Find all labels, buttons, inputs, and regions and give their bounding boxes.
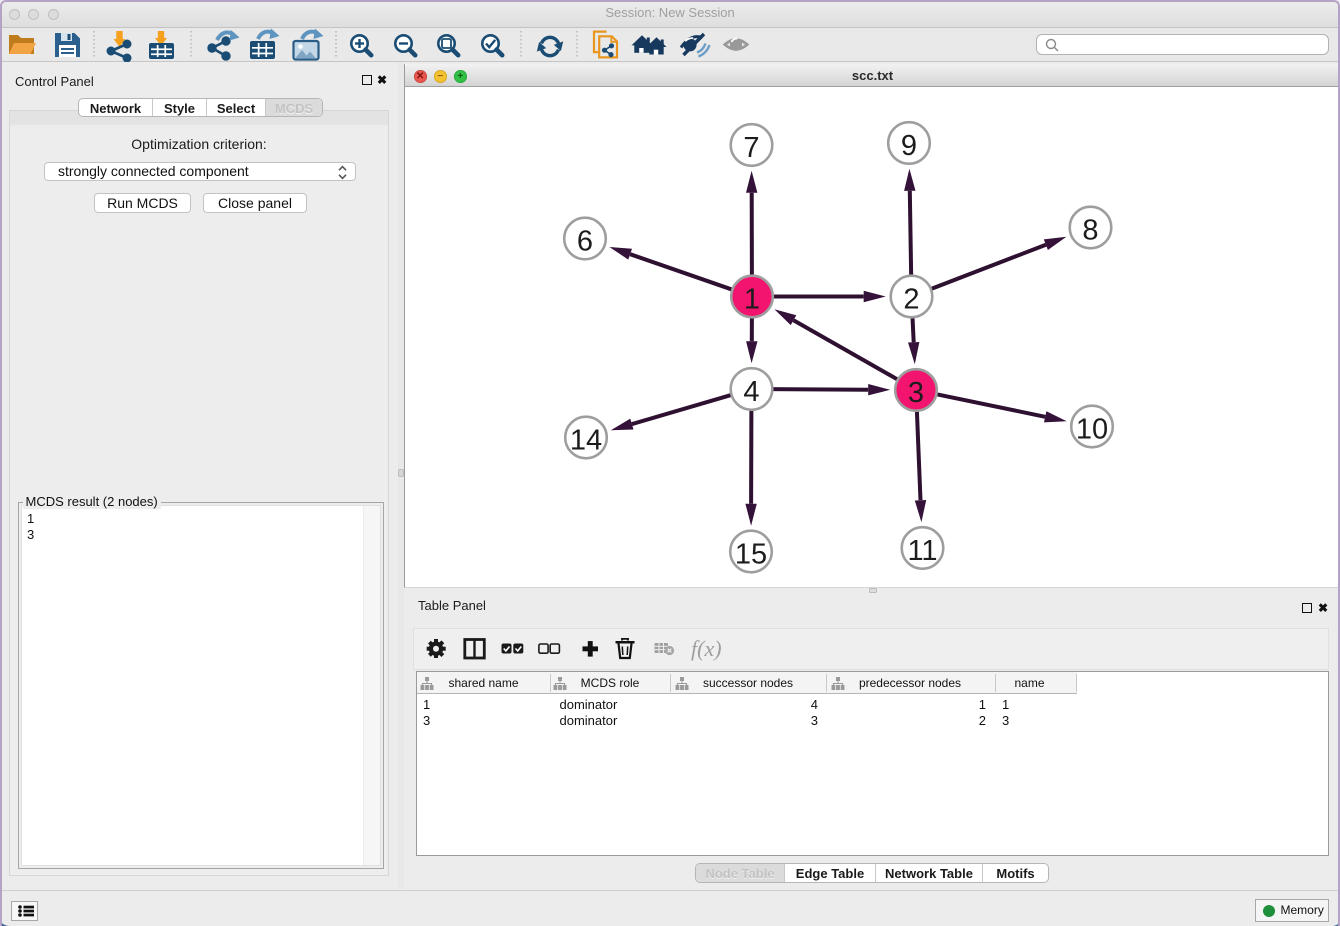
svg-text:6: 6: [577, 226, 593, 258]
svg-text:14: 14: [570, 425, 602, 457]
svg-text:1: 1: [744, 284, 760, 316]
svg-text:4: 4: [743, 376, 759, 408]
svg-text:8: 8: [1082, 215, 1098, 247]
svg-text:10: 10: [1076, 414, 1108, 446]
svg-text:7: 7: [743, 132, 759, 164]
svg-text:11: 11: [907, 535, 937, 567]
svg-text:15: 15: [735, 539, 767, 571]
svg-text:9: 9: [901, 130, 917, 162]
svg-text:2: 2: [903, 284, 919, 316]
svg-text:3: 3: [908, 377, 924, 409]
svg-text:f(x): f(x): [691, 636, 722, 661]
